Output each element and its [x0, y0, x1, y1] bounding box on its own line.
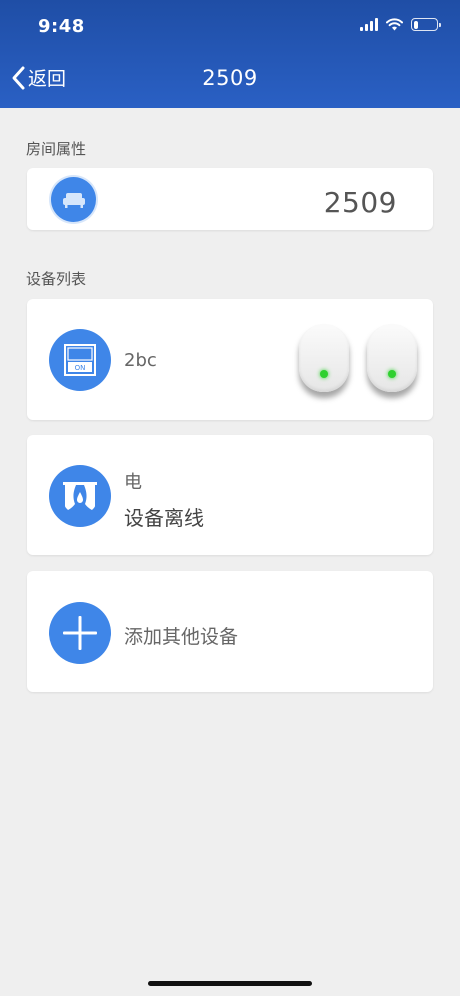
- header: 9:48 返回 2509: [0, 0, 460, 108]
- room-number: 2509: [323, 186, 397, 219]
- device-name: 电: [124, 472, 142, 493]
- switch-button-2[interactable]: [367, 324, 417, 392]
- switch-button-1[interactable]: [299, 324, 349, 392]
- led-indicator: [320, 370, 328, 378]
- device-card-curtain[interactable]: 电 设备离线: [27, 435, 433, 555]
- wifi-icon: [386, 18, 403, 31]
- add-device-label: 添加其他设备: [124, 626, 239, 648]
- device-name: 2bc: [124, 350, 157, 371]
- device-section-label: 设备列表: [26, 270, 87, 288]
- add-device-card[interactable]: 添加其他设备: [27, 571, 433, 692]
- status-icons: [360, 18, 441, 31]
- room-card[interactable]: 2509: [27, 168, 433, 230]
- device-card-switch[interactable]: ON 2bc: [27, 299, 433, 420]
- led-indicator: [388, 370, 396, 378]
- svg-text:ON: ON: [75, 364, 86, 372]
- cellular-signal-icon: [360, 18, 378, 31]
- page-title: 2509: [202, 66, 258, 90]
- status-time: 9:48: [38, 16, 85, 37]
- plus-icon: [49, 602, 111, 664]
- home-indicator: [148, 981, 312, 986]
- sofa-icon: [51, 177, 96, 222]
- curtain-icon: [49, 465, 111, 527]
- device-status: 设备离线: [124, 506, 204, 530]
- battery-icon: [411, 18, 441, 31]
- switch-on-icon: ON: [49, 329, 111, 391]
- room-section-label: 房间属性: [26, 140, 87, 158]
